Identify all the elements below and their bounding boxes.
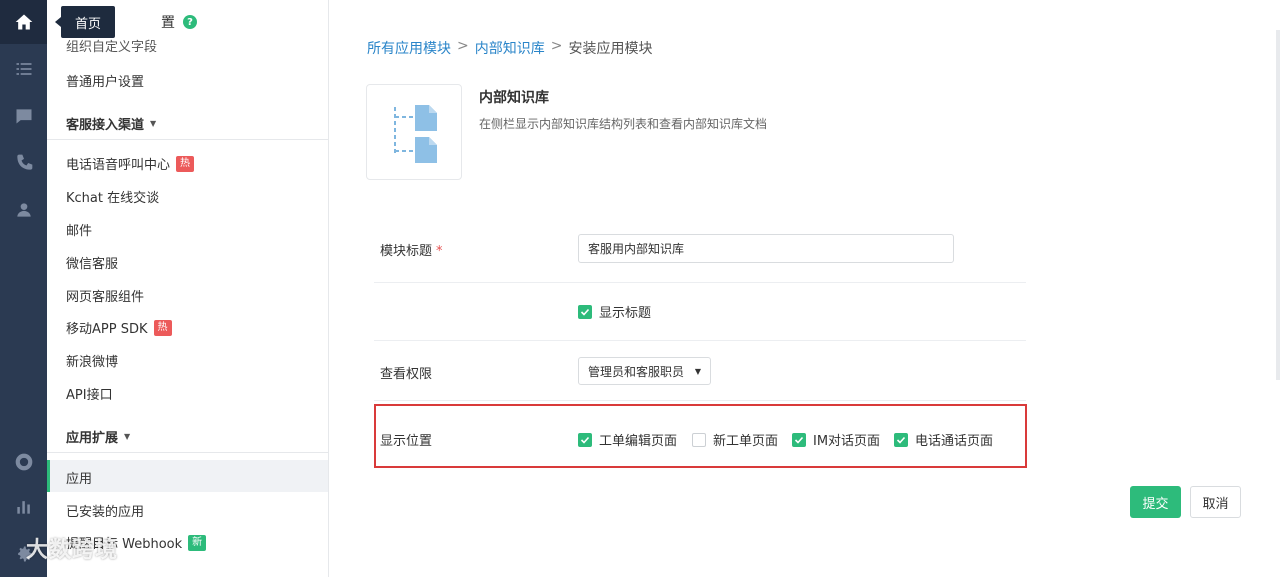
- sidebar-item-email[interactable]: 邮件: [66, 220, 92, 239]
- permission-select[interactable]: 管理员和客服职员 ▼: [578, 357, 711, 385]
- breadcrumb-separator: >: [550, 38, 563, 54]
- sidebar-item-label: 移动APP SDK: [66, 322, 148, 337]
- sidebar-item-apps[interactable]: 应用: [66, 468, 92, 487]
- submit-button[interactable]: 提交: [1130, 486, 1181, 518]
- support-icon: [15, 453, 32, 471]
- user-icon: [16, 203, 31, 217]
- checkbox-checked-icon[interactable]: [578, 304, 592, 319]
- form-row-show-title: [374, 283, 1026, 341]
- hot-badge: 热: [153, 319, 172, 336]
- caret-down-icon: ▼: [150, 118, 157, 128]
- caret-down-icon: ▼: [124, 431, 131, 441]
- rail-support[interactable]: [0, 440, 47, 484]
- breadcrumb-separator: >: [457, 38, 469, 54]
- title-label-text: 模块标题: [380, 244, 433, 259]
- rail-home[interactable]: [0, 0, 47, 44]
- select-value: 管理员和客服职员: [588, 364, 685, 379]
- rail-phone[interactable]: [0, 141, 47, 185]
- module-icon-card: [366, 84, 462, 180]
- icon-rail: [0, 0, 47, 577]
- group-label: 应用扩展: [66, 430, 119, 446]
- rail-reports[interactable]: [0, 485, 47, 529]
- sidebar-group-extensions[interactable]: 应用扩展 ▼: [47, 420, 328, 453]
- sidebar-item-kchat[interactable]: Kchat 在线交谈: [66, 187, 159, 206]
- chat-icon: [16, 109, 31, 124]
- home-tooltip: 首页: [55, 6, 115, 38]
- sidebar-item-user-settings[interactable]: 普通用户设置: [66, 71, 144, 90]
- group-label: 客服接入渠道: [66, 117, 145, 133]
- permission-label: 查看权限: [380, 367, 433, 382]
- sidebar-item-weibo[interactable]: 新浪微博: [66, 351, 118, 370]
- sidebar-group-channels[interactable]: 客服接入渠道 ▼: [47, 107, 328, 140]
- checkbox-label: 显示标题: [599, 306, 652, 321]
- rail-chat[interactable]: [0, 94, 47, 138]
- sidebar-heading-text: 置: [161, 15, 175, 31]
- hot-badge: 热: [176, 155, 195, 172]
- sidebar-item-installed-apps[interactable]: 已安装的应用: [66, 501, 144, 520]
- annotation-highlight-box: [374, 404, 1027, 468]
- breadcrumb-all-modules[interactable]: 所有应用模块: [367, 38, 451, 58]
- list-icon: [16, 63, 31, 75]
- sidebar-item-mobile-sdk[interactable]: 移动APP SDK 热: [66, 318, 172, 337]
- show-title-checkbox[interactable]: 显示标题: [578, 302, 651, 321]
- phone-icon: [16, 154, 32, 170]
- sidebar-item-web-widget[interactable]: 网页客服组件: [66, 286, 144, 305]
- dropdown-arrow-icon: ▼: [694, 366, 701, 376]
- required-mark: *: [436, 244, 443, 259]
- help-icon[interactable]: ?: [183, 15, 197, 29]
- breadcrumb-knowledge-base[interactable]: 内部知识库: [475, 38, 545, 58]
- breadcrumb: 所有应用模块 > 内部知识库 > 安装应用模块: [367, 38, 652, 58]
- title-label: 模块标题 *: [380, 240, 443, 259]
- watermark-text: 大数跨境: [26, 538, 119, 563]
- new-badge: 新: [188, 534, 207, 551]
- knowledge-tree-icon: [394, 105, 437, 163]
- cancel-button[interactable]: 取消: [1190, 486, 1241, 518]
- sidebar-item-api[interactable]: API接口: [66, 384, 113, 403]
- sidebar-item-call-center[interactable]: 电话语音呼叫中心 热: [66, 154, 195, 173]
- module-description: 在侧栏显示内部知识库结构列表和查看内部知识库文档: [479, 117, 768, 131]
- settings-sidebar: 置 ? 组织自定义字段 普通用户设置 客服接入渠道 ▼ 电话语音呼叫中心 热 K…: [47, 0, 329, 577]
- module-title-input[interactable]: [578, 234, 954, 263]
- module-title: 内部知识库: [479, 90, 549, 106]
- sidebar-heading: 置 ?: [161, 12, 197, 32]
- home-icon: [15, 14, 32, 30]
- breadcrumb-current: 安装应用模块: [568, 41, 653, 57]
- rail-user[interactable]: [0, 188, 47, 232]
- sidebar-item-custom-fields[interactable]: 组织自定义字段: [66, 36, 157, 55]
- scrollbar[interactable]: [1276, 30, 1280, 380]
- sidebar-item-label: 电话语音呼叫中心: [66, 158, 171, 173]
- bar-chart-icon: [16, 501, 30, 514]
- rail-list[interactable]: [0, 47, 47, 91]
- sidebar-item-wechat[interactable]: 微信客服: [66, 253, 118, 272]
